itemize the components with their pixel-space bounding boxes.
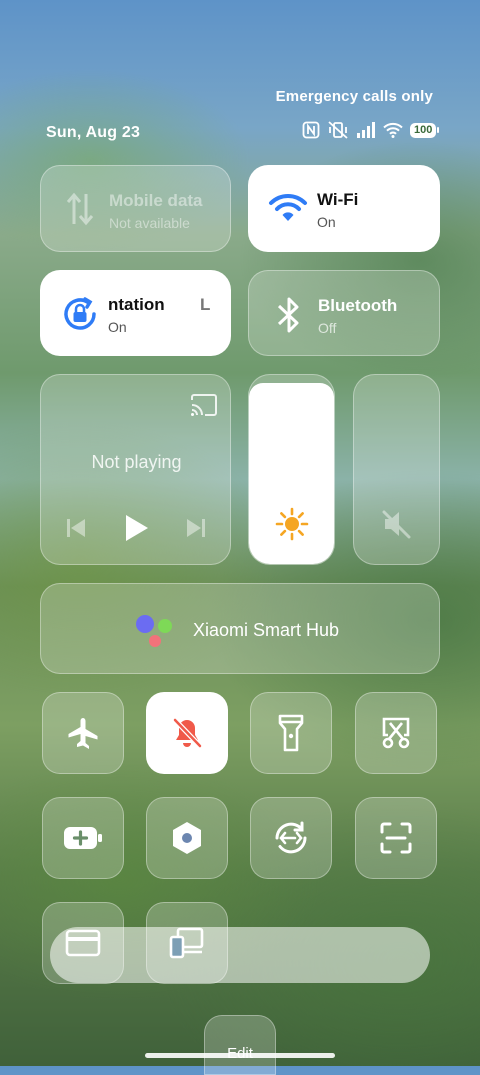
scissors-screenshot-icon: [379, 715, 413, 751]
media-player-tile[interactable]: Not playing: [40, 374, 231, 565]
flashlight-toggle[interactable]: [250, 692, 332, 774]
cast-icon[interactable]: [190, 393, 218, 417]
play-icon[interactable]: [124, 513, 150, 543]
status-icons: 100: [302, 121, 440, 139]
rotation-lock-tile[interactable]: ntation L On: [40, 270, 231, 356]
brightness-icon: [274, 506, 310, 542]
previous-track-icon[interactable]: [65, 517, 87, 539]
mute-toggle[interactable]: [146, 692, 228, 774]
signal-icon: [356, 122, 376, 138]
volume-mute-icon: [381, 509, 413, 539]
bell-off-icon: [169, 715, 205, 751]
rotation-lock-title: ntation: [108, 295, 165, 314]
smart-hub-tile[interactable]: Xiaomi Smart Hub: [40, 583, 440, 674]
edit-button[interactable]: Edit: [204, 1015, 276, 1075]
nfc-icon: [302, 121, 320, 139]
home-indicator[interactable]: [145, 1053, 335, 1058]
mobile-data-icon: [65, 192, 95, 226]
smart-hub-label: Xiaomi Smart Hub: [193, 620, 340, 640]
scanner-toggle[interactable]: [355, 797, 437, 879]
volume-slider[interactable]: [353, 374, 440, 565]
devices-icon: [168, 926, 206, 960]
settings-toggle[interactable]: [146, 797, 228, 879]
wifi-title: Wi-Fi: [317, 190, 359, 209]
auto-rotate-toggle[interactable]: [250, 797, 332, 879]
smart-hub-icon: [134, 613, 174, 649]
wifi-status-icon: [383, 122, 403, 138]
scan-icon: [379, 821, 413, 855]
wifi-subtitle: On: [317, 214, 336, 230]
battery-icon: 100: [410, 122, 440, 138]
bluetooth-tile[interactable]: Bluetooth Off: [248, 270, 440, 356]
wifi-tile[interactable]: Wi-Fi On: [248, 165, 440, 252]
wallet-toggle[interactable]: [42, 902, 124, 984]
airplane-mode-toggle[interactable]: [42, 692, 124, 774]
rotation-lock-subtitle: On: [108, 319, 127, 335]
card-icon: [65, 929, 101, 957]
battery-level: 100: [410, 122, 437, 138]
sync-icon: [272, 819, 310, 857]
airplane-icon: [65, 715, 101, 751]
bluetooth-icon: [277, 296, 301, 334]
hexagon-settings-icon: [170, 820, 204, 856]
battery-saver-icon: [63, 824, 103, 852]
rotation-lock-title-trail: L: [200, 295, 211, 314]
carrier-status: Emergency calls only: [275, 88, 433, 105]
next-track-icon[interactable]: [185, 517, 207, 539]
bluetooth-subtitle: Off: [318, 320, 337, 336]
screenshot-toggle[interactable]: [355, 692, 437, 774]
mobile-data-title: Mobile data: [109, 191, 203, 210]
flashlight-icon: [276, 713, 306, 753]
rotation-lock-icon: [61, 295, 99, 333]
vibrate-mute-icon: [327, 121, 349, 139]
mobile-data-tile[interactable]: Mobile data Not available: [40, 165, 231, 252]
mobile-data-subtitle: Not available: [109, 215, 190, 231]
brightness-slider[interactable]: [248, 374, 335, 565]
wifi-icon: [268, 193, 308, 223]
date-label: Sun, Aug 23: [46, 124, 141, 141]
bluetooth-title: Bluetooth: [318, 296, 398, 315]
cast-screen-toggle[interactable]: [146, 902, 228, 984]
media-status: Not playing: [91, 452, 182, 472]
battery-saver-toggle[interactable]: [42, 797, 124, 879]
